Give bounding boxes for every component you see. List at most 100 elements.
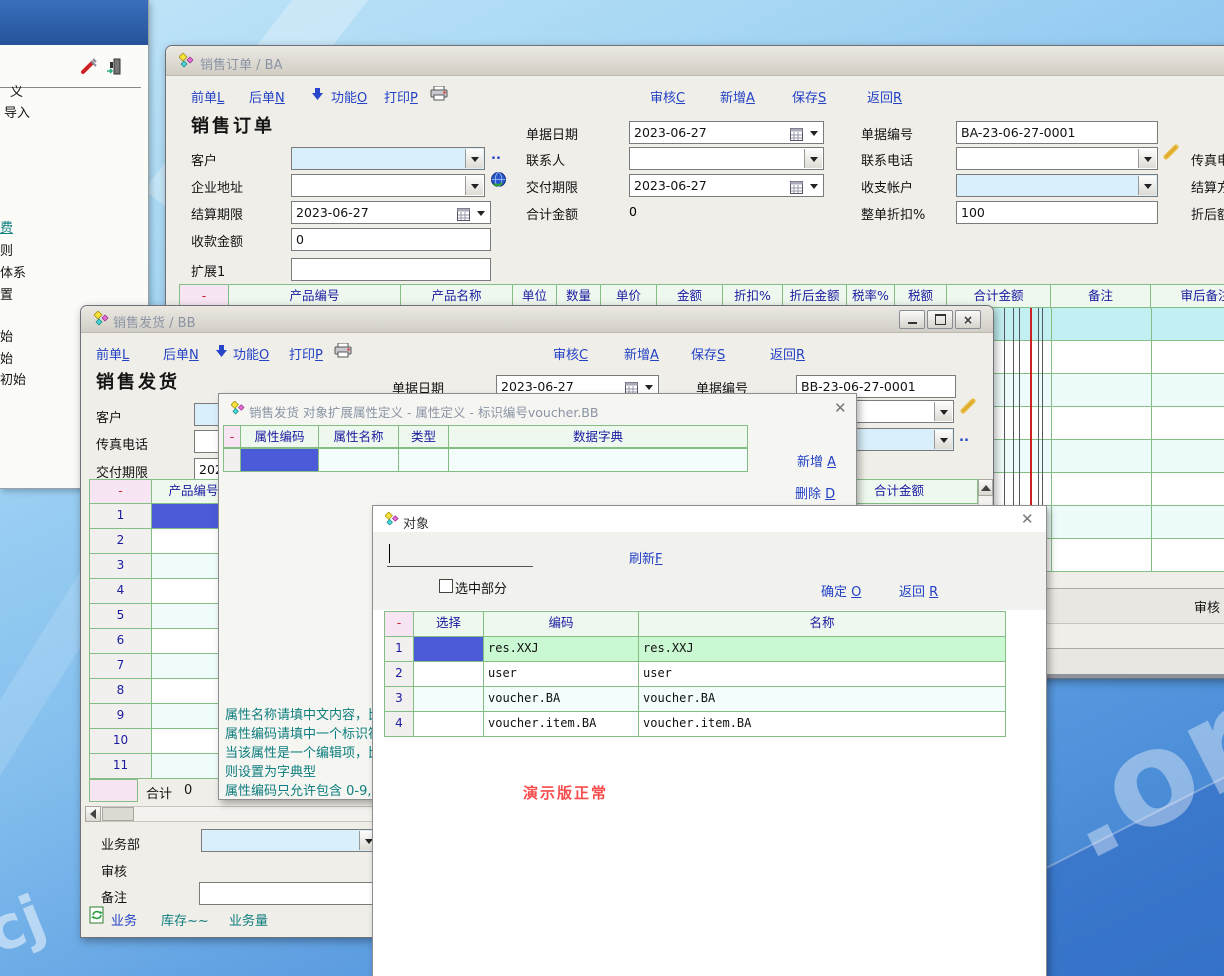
calendar-icon[interactable] [790,179,803,197]
account-field[interactable] [956,174,1158,197]
prev-doc-button[interactable]: 前单L [191,87,224,106]
select-part-checkbox[interactable] [439,579,453,593]
function-arrow-icon[interactable] [312,88,323,105]
dropdown-button[interactable] [465,149,483,168]
row-number[interactable]: 7 [89,654,152,679]
printer-icon[interactable] [430,86,448,105]
table-row[interactable]: 7 [89,654,236,679]
search-input[interactable] [387,542,533,567]
prev-doc-button[interactable]: 前单L [96,344,129,363]
customer-ellipsis-button[interactable]: .. [491,148,501,163]
phone-field[interactable] [956,147,1158,170]
business-link[interactable]: 业务 [111,910,137,929]
sidebar-item[interactable]: 初始 [0,369,26,388]
object-row[interactable]: 2useruser [384,662,1006,687]
col-header-select[interactable]: 选择 [414,611,484,637]
sidebar-item[interactable]: 始 [0,326,13,345]
row-number[interactable]: 9 [89,704,152,729]
select-cell[interactable] [414,687,484,712]
dropdown-button[interactable] [934,402,952,421]
add-button[interactable]: 新增A [624,344,659,363]
business-volume-link[interactable]: 业务量 [229,910,268,929]
object-table-body[interactable]: 1res.XXJres.XXJ2useruser3 voucher.BAvouch… [384,637,1006,737]
row-number[interactable]: 5 [89,604,152,629]
scrollbar-thumb[interactable] [102,807,134,821]
code-cell[interactable]: voucher.item.BA [484,712,639,737]
sidebar-item[interactable]: 义 [10,81,23,100]
row-number[interactable]: 10 [89,729,152,754]
calendar-icon[interactable] [457,206,470,224]
col-header-audit-note[interactable]: 审后备注 [1151,284,1224,308]
table-row[interactable]: 10 [89,729,236,754]
col-header-code[interactable]: 编码 [484,611,639,637]
window-titlebar[interactable]: 销售订单 / BA [166,46,1224,76]
col-header-attr-name[interactable]: 属性名称 [319,425,399,448]
next-doc-button[interactable]: 后单N [163,344,199,363]
table-row[interactable]: 5 [89,604,236,629]
contact-field[interactable] [629,147,824,170]
audit-button[interactable]: 审核C [553,344,588,363]
dropdown-button[interactable] [465,176,483,195]
save-button[interactable]: 保存S [792,87,826,106]
doc-no-field[interactable]: BA-23-06-27-0001 [956,121,1158,144]
customer-field[interactable] [291,147,485,170]
object-row[interactable]: 1res.XXJres.XXJ [384,637,1006,662]
calendar-icon[interactable] [790,126,803,144]
sidebar-item[interactable]: 导入 [4,102,30,121]
exit-icon[interactable] [106,58,122,79]
col-header-note[interactable]: 备注 [1051,284,1151,308]
back-button[interactable]: 返回 R [899,581,938,600]
row-number[interactable]: 3 [384,687,414,712]
table-row[interactable]: 11 [89,754,236,779]
delete-attr-button[interactable]: 删除 D [795,483,835,502]
add-attr-button[interactable]: 新增 A [797,451,836,470]
row-number[interactable]: 1 [89,504,152,529]
row-number[interactable]: 11 [89,754,152,779]
dropdown-button[interactable] [934,430,952,449]
dropdown-button[interactable] [805,176,822,195]
close-icon[interactable]: ✕ [1021,512,1034,527]
received-field[interactable]: 0 [291,228,491,251]
sidebar-item[interactable]: 置 [0,284,13,303]
code-cell[interactable]: voucher.BA [484,687,639,712]
object-row[interactable]: 4voucher.item.BAvoucher.item.BA [384,712,1006,737]
sidebar-item[interactable]: 则 [0,240,13,259]
dropdown-button[interactable] [1138,176,1156,195]
dept-field[interactable] [201,829,379,852]
name-cell[interactable]: res.XXJ [639,637,1006,662]
refresh-button[interactable]: 刷新F [629,548,663,567]
col-header-index[interactable]: - [384,611,414,637]
address-field[interactable] [291,174,485,197]
dialog-titlebar[interactable] [373,506,1046,532]
minimize-button[interactable] [899,310,925,329]
select-cell[interactable] [414,662,484,687]
col-header-name[interactable]: 名称 [639,611,1006,637]
col-header-index[interactable]: - [89,479,152,504]
object-row[interactable]: 3voucher.BAvoucher.BA [384,687,1006,712]
col-header-dictionary[interactable]: 数据字典 [449,425,748,448]
col-header-index[interactable]: - [223,425,241,448]
dropdown-button[interactable] [804,149,822,168]
dropdown-button[interactable] [472,203,489,222]
name-cell[interactable]: voucher.item.BA [639,712,1006,737]
table-row[interactable]: 2 [89,529,236,554]
maximize-button[interactable] [927,310,953,329]
dropdown-button[interactable] [805,123,822,142]
col-header-attr-code[interactable]: 属性编码 [241,425,319,448]
ext1-field[interactable] [291,258,491,281]
delivery-table-body[interactable]: 1234567891011 [89,504,236,779]
phone-icon[interactable] [959,397,979,421]
discount-field[interactable]: 100 [956,201,1158,224]
table-row[interactable]: 8 [89,679,236,704]
globe-icon[interactable] [490,171,507,192]
type-cell[interactable] [399,448,449,472]
row-number[interactable]: 8 [89,679,152,704]
attr-name-cell[interactable] [319,448,399,472]
table-row[interactable]: 1 [89,504,236,529]
dictionary-cell[interactable] [449,448,748,472]
selected-cell[interactable] [241,448,319,472]
inventory-link[interactable]: 库存~~ [161,910,209,929]
row-number[interactable]: 2 [384,662,414,687]
phone-icon[interactable] [1162,143,1182,167]
save-button[interactable]: 保存S [691,344,725,363]
